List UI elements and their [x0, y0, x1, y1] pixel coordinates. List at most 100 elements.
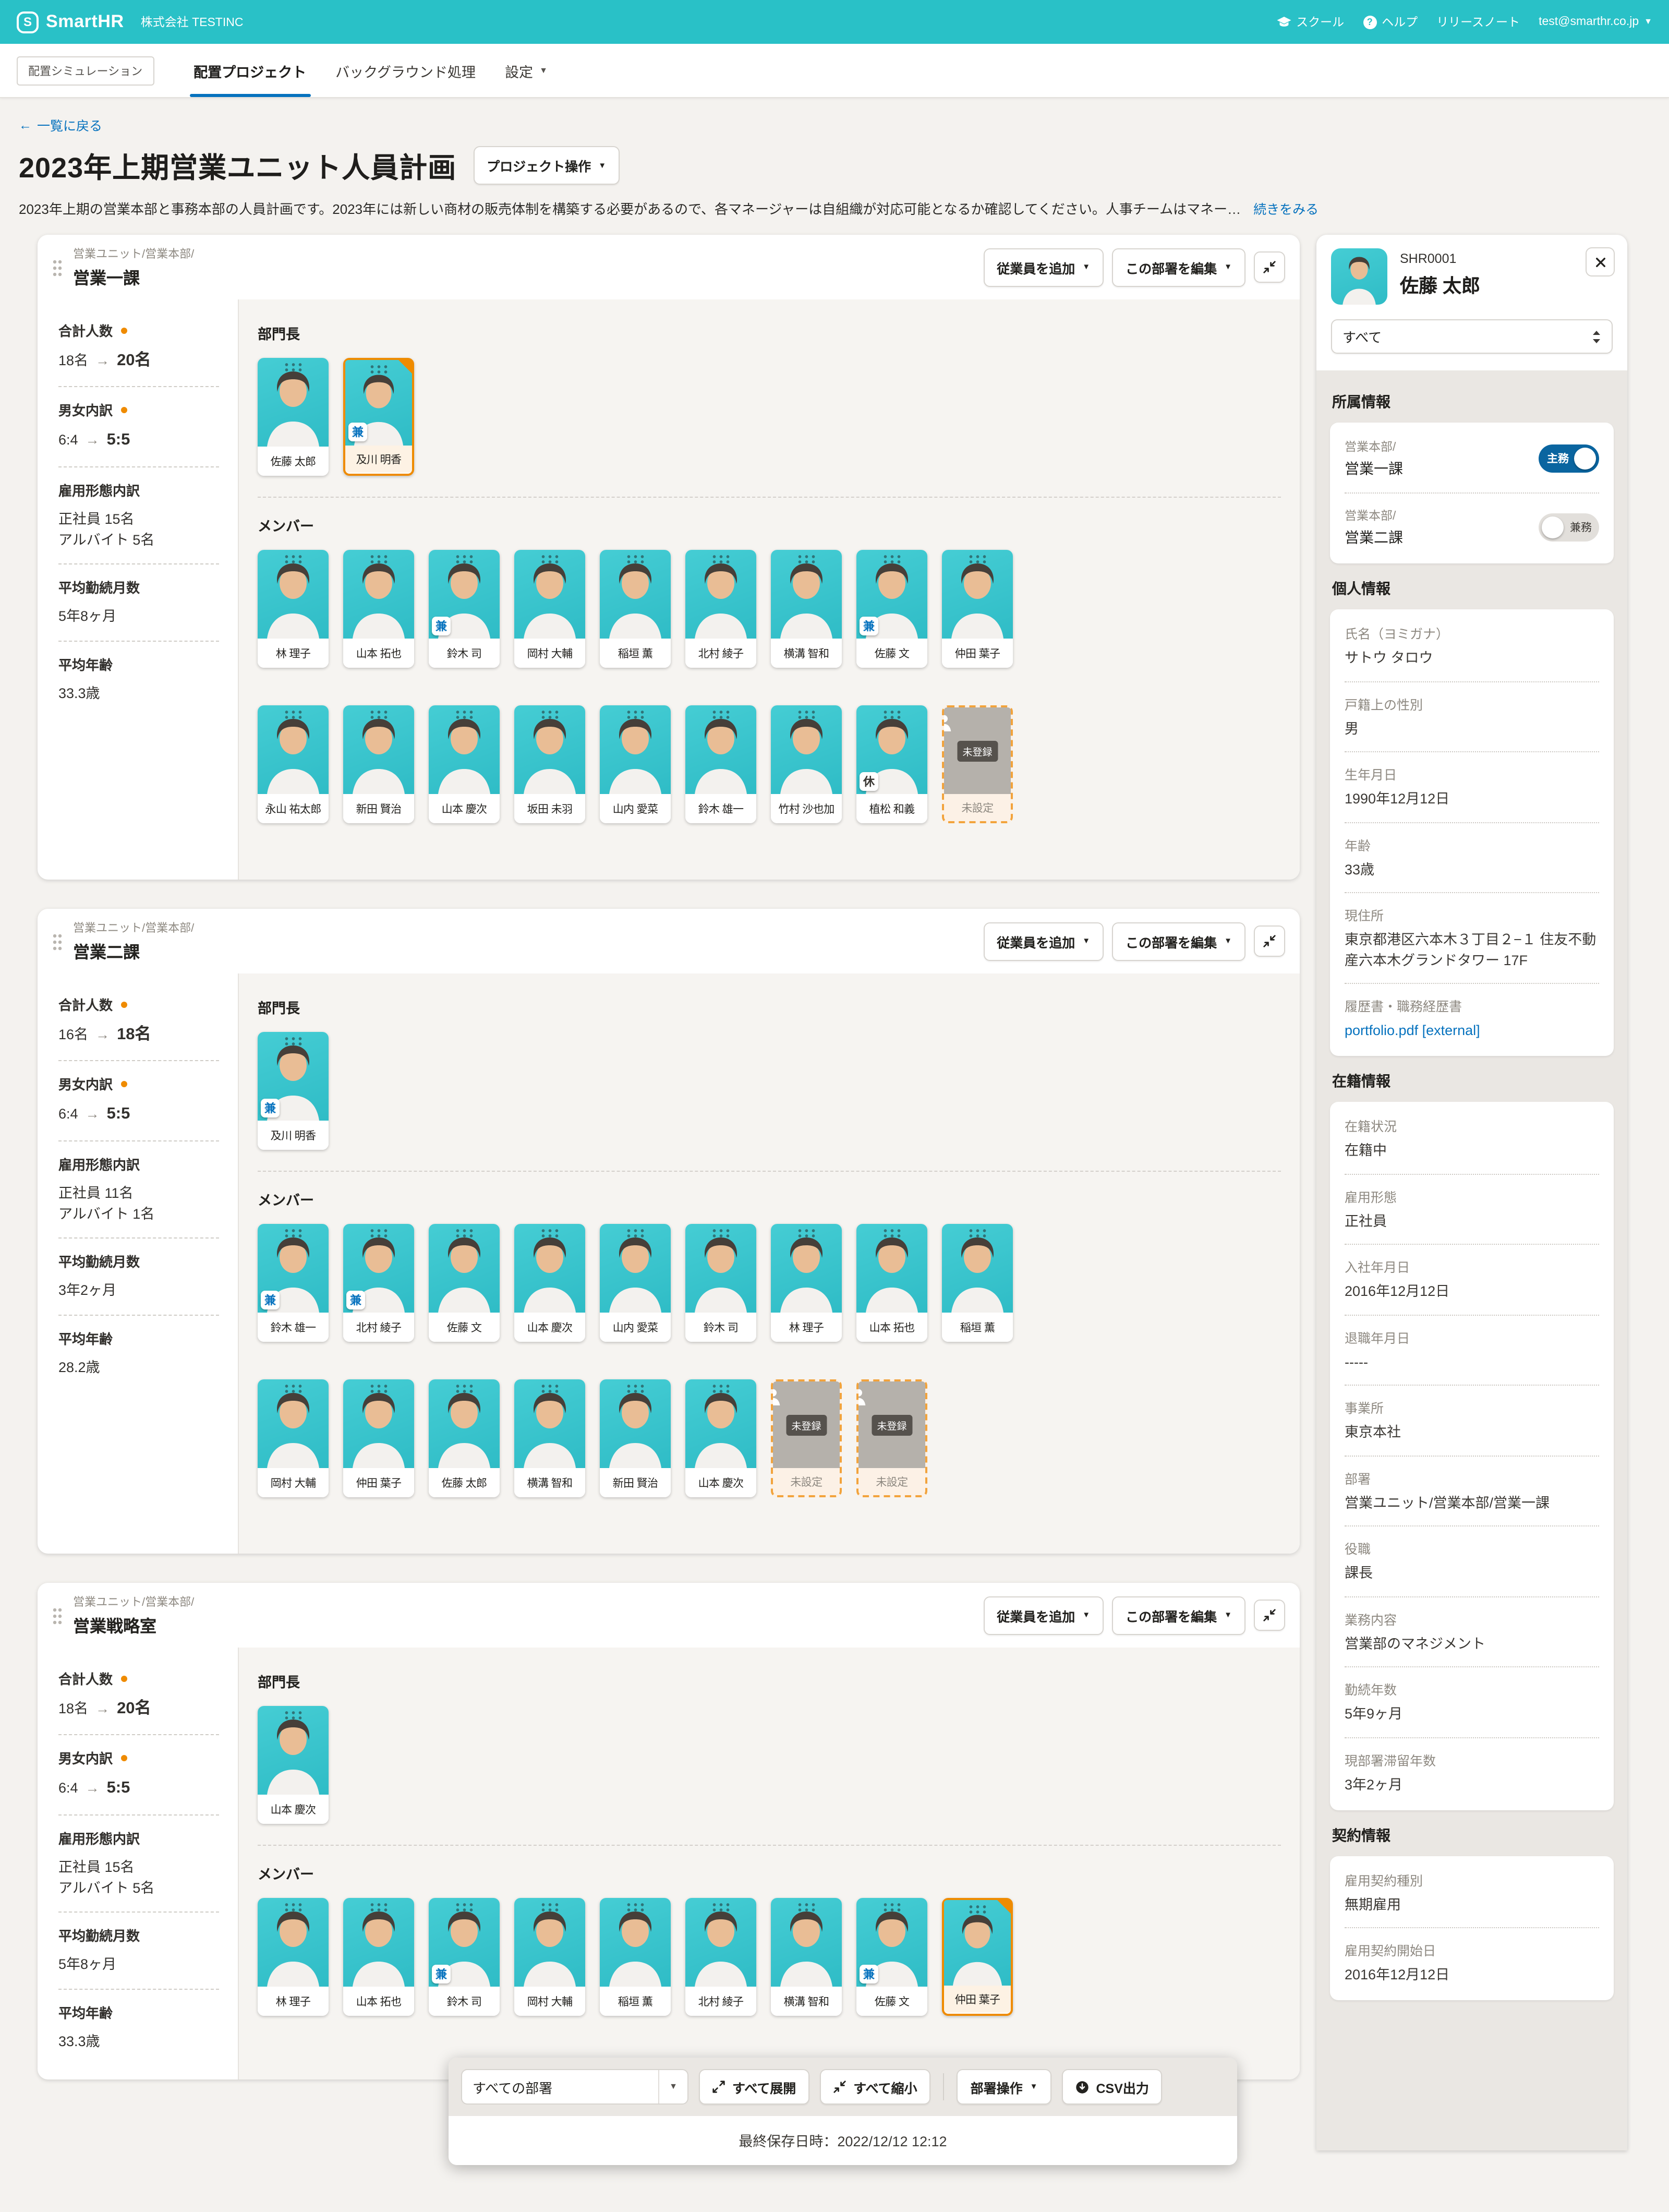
- member-tile[interactable]: 岡村 大輔: [514, 550, 585, 668]
- department-card-header: 営業ユニット/営業本部/営業戦略室従業員を追加▼この部署を編集▼: [38, 1583, 1300, 1648]
- stat-after: 20名: [117, 1700, 151, 1717]
- collapse-department-button[interactable]: [1254, 251, 1285, 283]
- back-to-list-link[interactable]: ← 一覧に戻る: [19, 115, 102, 135]
- department-actions-button[interactable]: 部署操作 ▼: [957, 2069, 1051, 2105]
- release-notes-link[interactable]: リリースノート: [1436, 14, 1520, 30]
- member-tile[interactable]: 山本 拓也: [343, 1898, 414, 2016]
- member-tile[interactable]: 兼及川 明香: [343, 358, 414, 476]
- member-tile[interactable]: 林 理子: [258, 1898, 329, 2016]
- add-employee-button[interactable]: 従業員を追加▼: [983, 922, 1104, 960]
- member-tile[interactable]: 仲田 葉子: [343, 1379, 414, 1497]
- add-employee-button[interactable]: 従業員を追加▼: [983, 248, 1104, 286]
- tab-3[interactable]: 設定▼: [490, 44, 562, 97]
- account-menu[interactable]: test@smarthr.co.jp ▼: [1539, 16, 1652, 28]
- member-tile[interactable]: 兼佐藤 文: [856, 550, 927, 668]
- member-tile[interactable]: 兼鈴木 雄一: [258, 1224, 329, 1342]
- person-silhouette: [685, 1224, 756, 1313]
- stat-value: 5年8ヶ月: [58, 1954, 219, 1975]
- tab-1[interactable]: 配置プロジェクト: [179, 44, 321, 97]
- profile-field-value: 2016年12月12日: [1345, 1965, 1599, 1985]
- member-tile[interactable]: 新田 賢治: [343, 705, 414, 823]
- profile-field-row: 年齢33歳: [1345, 823, 1599, 893]
- member-photo: [685, 705, 756, 794]
- smarthr-logo[interactable]: S SmartHR: [17, 11, 124, 33]
- member-tile[interactable]: 仲田 葉子: [942, 550, 1013, 668]
- member-tile[interactable]: 稲垣 薫: [600, 550, 671, 668]
- member-tile[interactable]: 兼北村 綾子: [343, 1224, 414, 1342]
- profile-file-link[interactable]: portfolio.pdf [external]: [1345, 1021, 1599, 1041]
- member-tile[interactable]: 佐藤 太郎: [429, 1379, 500, 1497]
- member-tile[interactable]: 岡村 大輔: [258, 1379, 329, 1497]
- member-tile[interactable]: 兼鈴木 司: [429, 550, 500, 668]
- unset-member-tile[interactable]: 未登録未設定: [942, 705, 1013, 823]
- member-tile[interactable]: 兼及川 明香: [258, 1032, 329, 1150]
- member-tile[interactable]: 稲垣 薫: [600, 1898, 671, 2016]
- primary-duty-toggle[interactable]: 主務: [1539, 444, 1599, 473]
- member-tile[interactable]: 山本 慶次: [685, 1379, 756, 1497]
- collapse-all-button[interactable]: すべて縮小: [820, 2069, 930, 2105]
- member-tile[interactable]: 鈴木 司: [685, 1224, 756, 1342]
- help-link[interactable]: ? ヘルプ: [1363, 14, 1418, 30]
- edit-department-button[interactable]: この部署を編集▼: [1112, 922, 1245, 960]
- profile-filter-select[interactable]: すべて: [1331, 319, 1613, 354]
- member-tile[interactable]: 北村 綾子: [685, 550, 756, 668]
- concurrent-badge: 兼: [346, 1291, 365, 1309]
- member-photo: [600, 705, 671, 794]
- read-more-link[interactable]: 続きをみる: [1253, 198, 1319, 218]
- member-tile[interactable]: 林 理子: [771, 1224, 842, 1342]
- unset-member-tile[interactable]: 未登録未設定: [856, 1379, 927, 1497]
- member-tile[interactable]: 林 理子: [258, 550, 329, 668]
- member-tile[interactable]: 鈴木 雄一: [685, 705, 756, 823]
- collapse-department-button[interactable]: [1254, 1600, 1285, 1631]
- member-tile[interactable]: 山本 慶次: [429, 705, 500, 823]
- member-tile[interactable]: 岡村 大輔: [514, 1898, 585, 2016]
- member-tile[interactable]: 新田 賢治: [600, 1379, 671, 1497]
- member-tile[interactable]: 竹村 沙也加: [771, 705, 842, 823]
- member-tile[interactable]: 北村 綾子: [685, 1898, 756, 2016]
- person-silhouette: [600, 705, 671, 794]
- department-card: 営業ユニット/営業本部/営業一課従業員を追加▼この部署を編集▼合計人数18名→2…: [38, 235, 1300, 880]
- close-panel-button[interactable]: [1586, 247, 1615, 276]
- member-tile[interactable]: 兼佐藤 文: [856, 1898, 927, 2016]
- profile-field-row: 退職年月日-----: [1345, 1315, 1599, 1386]
- member-tile[interactable]: 山本 拓也: [343, 550, 414, 668]
- school-link[interactable]: スクール: [1276, 14, 1344, 30]
- member-tile[interactable]: 横溝 智和: [771, 1898, 842, 2016]
- unset-member-tile[interactable]: 未登録未設定: [771, 1379, 842, 1497]
- project-actions-button[interactable]: プロジェクト操作 ▼: [473, 146, 620, 185]
- drag-handle-icon[interactable]: [52, 258, 63, 276]
- member-tile[interactable]: 横溝 智和: [514, 1379, 585, 1497]
- member-tile[interactable]: 坂田 未羽: [514, 705, 585, 823]
- csv-export-button[interactable]: CSV出力: [1061, 2069, 1162, 2105]
- profile-field-value: 東京都港区六本木３丁目２−１ 住友不動産六本木グランドタワー 17F: [1345, 930, 1599, 971]
- member-tile[interactable]: 山内 愛菜: [600, 1224, 671, 1342]
- member-tile[interactable]: 山内 愛菜: [600, 705, 671, 823]
- member-tile[interactable]: 稲垣 薫: [942, 1224, 1013, 1342]
- edit-department-button[interactable]: この部署を編集▼: [1112, 1596, 1245, 1634]
- expand-all-button[interactable]: すべて展開: [699, 2069, 809, 2105]
- stat-label: 雇用形態内訳: [58, 480, 219, 500]
- member-tile[interactable]: 仲田 葉子: [942, 1898, 1013, 2016]
- member-tile[interactable]: 兼鈴木 司: [429, 1898, 500, 2016]
- edit-department-button[interactable]: この部署を編集▼: [1112, 248, 1245, 286]
- secondary-duty-toggle[interactable]: 兼務: [1539, 513, 1599, 542]
- drag-handle-icon[interactable]: [52, 932, 63, 950]
- add-employee-button[interactable]: 従業員を追加▼: [983, 1596, 1104, 1634]
- member-tile[interactable]: 永山 祐太郎: [258, 705, 329, 823]
- collapse-department-button[interactable]: [1254, 925, 1285, 957]
- drag-handle-icon[interactable]: [52, 1606, 63, 1624]
- department-filter-select[interactable]: すべての部署 ▼: [461, 2069, 688, 2105]
- member-tile[interactable]: 横溝 智和: [771, 550, 842, 668]
- member-tile[interactable]: 山本 慶次: [514, 1224, 585, 1342]
- stat-label: 合計人数: [58, 1668, 219, 1688]
- member-tile[interactable]: 佐藤 太郎: [258, 358, 329, 476]
- profile-field-row: 現部署滞留年数3年2ヶ月: [1345, 1738, 1599, 1808]
- member-tile[interactable]: 佐藤 文: [429, 1224, 500, 1342]
- member-tile[interactable]: 休植松 和義: [856, 705, 927, 823]
- member-tile[interactable]: 山本 慶次: [258, 1706, 329, 1824]
- tab-2[interactable]: バックグラウンド処理: [321, 44, 490, 97]
- member-tile[interactable]: 山本 拓也: [856, 1224, 927, 1342]
- edited-dot-icon: [121, 327, 127, 333]
- member-photo: [258, 358, 329, 447]
- person-silhouette: [600, 1898, 671, 1987]
